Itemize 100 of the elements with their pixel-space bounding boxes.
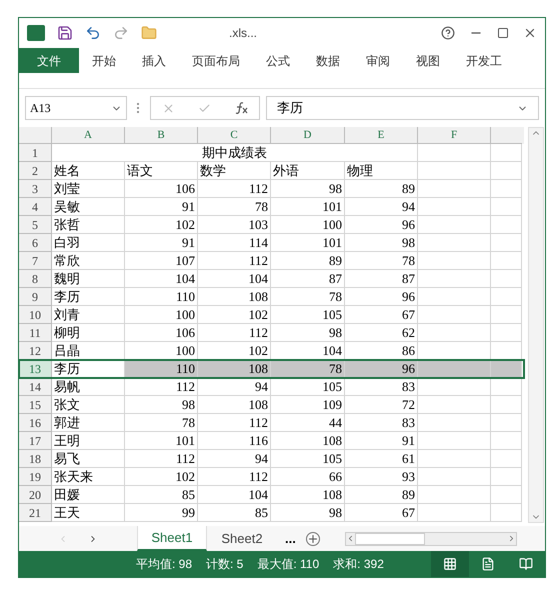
row-header[interactable]: 4: [19, 198, 52, 216]
column-header[interactable]: E: [345, 127, 418, 144]
ribbon-tab[interactable]: 开始: [79, 48, 129, 73]
table-cell: 67: [345, 306, 418, 324]
table-cell: 常欣: [52, 252, 125, 270]
row-header[interactable]: 9: [19, 288, 52, 306]
table-cell: 85: [125, 486, 198, 504]
table-cell: 72: [345, 396, 418, 414]
table-cell: 94: [198, 450, 271, 468]
table-cell: 110: [125, 288, 198, 306]
row-header[interactable]: 11: [19, 324, 52, 342]
table-cell: 85: [198, 504, 271, 522]
row-header[interactable]: 6: [19, 234, 52, 252]
table-title: 期中成绩表: [52, 144, 418, 162]
table-cell: 106: [125, 180, 198, 198]
table-cell: 105: [271, 450, 345, 468]
row-header[interactable]: 17: [19, 432, 52, 450]
ribbon-tab[interactable]: 插入: [129, 48, 179, 73]
table-cell: 89: [271, 252, 345, 270]
row-header[interactable]: 12: [19, 342, 52, 360]
row-header[interactable]: 1: [19, 144, 52, 162]
table-cell: 67: [345, 504, 418, 522]
table-cell: 王明: [52, 432, 125, 450]
status-text: 最大值: 110: [257, 556, 320, 573]
table-cell: 101: [271, 198, 345, 216]
column-header[interactable]: B: [125, 127, 198, 144]
table-cell: 78: [125, 414, 198, 432]
table-cell: 110: [125, 360, 198, 378]
row-header[interactable]: 20: [19, 486, 52, 504]
table-cell: 108: [198, 360, 271, 378]
table-cell: 语文: [125, 162, 198, 180]
table-cell: 108: [198, 288, 271, 306]
row-header[interactable]: 18: [19, 450, 52, 468]
table-cell: 106: [125, 324, 198, 342]
table-cell: 102: [198, 342, 271, 360]
table-cell: 78: [345, 252, 418, 270]
table-cell: 郭进: [52, 414, 125, 432]
table-cell: 张哲: [52, 216, 125, 234]
table-cell: 田媛: [52, 486, 125, 504]
table-cell: 102: [125, 216, 198, 234]
table-cell: 91: [125, 198, 198, 216]
more-sheets[interactable]: ...: [285, 528, 296, 548]
table-cell: 112: [198, 180, 271, 198]
formula-field[interactable]: 李历: [266, 96, 539, 120]
table-cell: 89: [345, 180, 418, 198]
table-cell: 98: [345, 234, 418, 252]
table-cell: 112: [198, 414, 271, 432]
ribbon-tab[interactable]: 开发工: [453, 48, 515, 73]
table-cell: 78: [198, 198, 271, 216]
ribbon-tab[interactable]: 数据: [303, 48, 353, 73]
table-cell: 吕晶: [52, 342, 125, 360]
status-text: 计数: 5: [206, 556, 244, 573]
table-cell: 108: [198, 396, 271, 414]
table-cell: 91: [345, 432, 418, 450]
table-cell: 104: [198, 270, 271, 288]
table-cell: 96: [345, 360, 418, 378]
table-cell: 44: [271, 414, 345, 432]
table-cell: 61: [345, 450, 418, 468]
table-cell: 62: [345, 324, 418, 342]
table-cell: 王天: [52, 504, 125, 522]
table-cell: 易飞: [52, 450, 125, 468]
column-header[interactable]: A: [52, 127, 125, 144]
row-header[interactable]: 7: [19, 252, 52, 270]
ribbon-tab[interactable]: 公式: [253, 48, 303, 73]
row-header[interactable]: 10: [19, 306, 52, 324]
column-header[interactable]: C: [198, 127, 271, 144]
ribbon-tab[interactable]: 视图: [403, 48, 453, 73]
ribbon-tab[interactable]: 审阅: [353, 48, 403, 73]
row-header[interactable]: 16: [19, 414, 52, 432]
row-header[interactable]: 21: [19, 504, 52, 522]
row-header[interactable]: 8: [19, 270, 52, 288]
name-box[interactable]: A13: [25, 96, 127, 120]
table-cell: 102: [198, 306, 271, 324]
table-cell: 104: [125, 270, 198, 288]
table-cell: 101: [271, 234, 345, 252]
table-cell: 108: [271, 486, 345, 504]
table-cell: 78: [271, 360, 345, 378]
status-text: 求和: 392: [333, 556, 384, 573]
table-cell: 张文: [52, 396, 125, 414]
table-cell: 102: [125, 468, 198, 486]
table-cell: 100: [125, 306, 198, 324]
row-header[interactable]: 14: [19, 378, 52, 396]
table-cell: 98: [271, 180, 345, 198]
table-cell: 66: [271, 468, 345, 486]
ribbon-tab[interactable]: 页面布局: [179, 48, 253, 73]
table-cell: 94: [345, 198, 418, 216]
column-header[interactable]: D: [271, 127, 345, 144]
sheet-tab[interactable]: Sheet2: [207, 526, 277, 551]
table-cell: 112: [125, 450, 198, 468]
table-cell: 98: [271, 504, 345, 522]
row-header[interactable]: 5: [19, 216, 52, 234]
row-header[interactable]: 2: [19, 162, 52, 180]
table-cell: 108: [271, 432, 345, 450]
sheet-tab[interactable]: Sheet1: [137, 526, 207, 551]
row-header[interactable]: 13: [19, 360, 52, 378]
row-header[interactable]: 19: [19, 468, 52, 486]
row-header[interactable]: 3: [19, 180, 52, 198]
column-header[interactable]: F: [418, 127, 491, 144]
table-cell: 100: [271, 216, 345, 234]
row-header[interactable]: 15: [19, 396, 52, 414]
